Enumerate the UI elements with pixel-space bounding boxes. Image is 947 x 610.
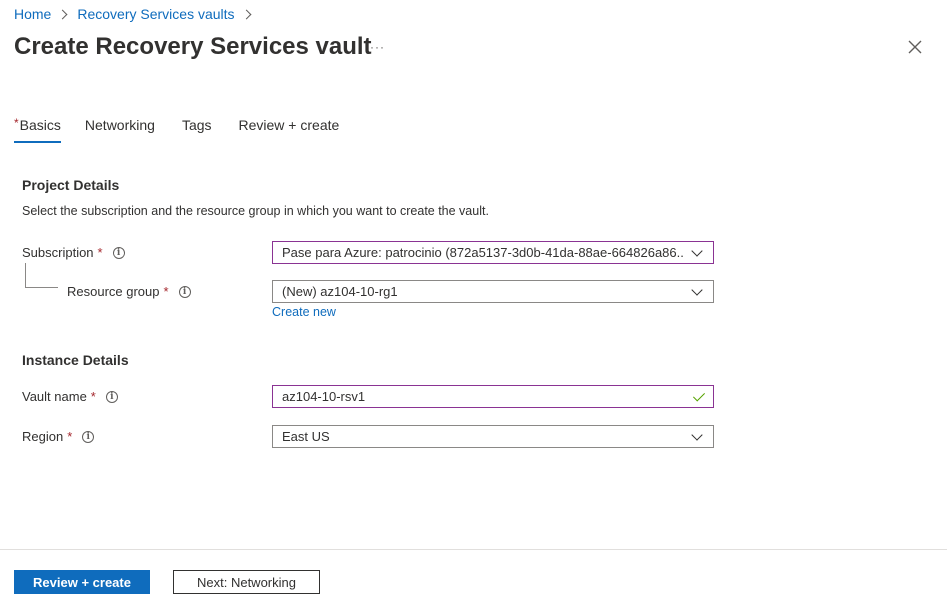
vault-name-input[interactable]: az104-10-rsv1 <box>272 385 714 408</box>
tab-networking[interactable]: Networking <box>85 117 155 143</box>
info-icon[interactable]: i <box>178 285 191 298</box>
tab-review-create[interactable]: Review + create <box>239 117 340 143</box>
required-marker: * <box>90 389 96 404</box>
required-marker: * <box>163 284 169 299</box>
chevron-right-icon <box>241 9 251 19</box>
required-marker: * <box>97 245 103 260</box>
region-value: East US <box>282 429 330 444</box>
tab-tags[interactable]: Tags <box>182 117 212 143</box>
resource-group-dropdown[interactable]: (New) az104-10-rg1 <box>272 280 714 303</box>
info-icon[interactable]: i <box>112 246 125 259</box>
vault-name-label: Vault name * i <box>22 389 118 404</box>
info-icon[interactable]: i <box>105 390 118 403</box>
subscription-value: Pase para Azure: patrocinio (872a5137-3d… <box>282 245 683 260</box>
chevron-right-icon <box>57 9 68 19</box>
info-icon[interactable]: i <box>82 430 95 443</box>
chevron-down-icon <box>691 428 703 441</box>
subscription-dropdown[interactable]: Pase para Azure: patrocinio (872a5137-3d… <box>272 241 714 264</box>
tree-connector <box>25 263 58 288</box>
tab-bar: *Basics Networking Tags Review + create <box>14 116 366 145</box>
close-icon[interactable] <box>906 38 924 56</box>
region-label-text: Region <box>22 429 64 444</box>
breadcrumb: Home Recovery Services vaults <box>14 5 261 23</box>
footer-divider <box>0 549 947 550</box>
instance-details-heading: Instance Details <box>22 352 129 368</box>
breadcrumb-recovery-vaults-link[interactable]: Recovery Services vaults <box>77 6 234 22</box>
region-dropdown[interactable]: East US <box>272 425 714 448</box>
page-title: Create Recovery Services vault <box>14 33 372 60</box>
resource-group-label-text: Resource group <box>67 284 160 299</box>
vault-name-value: az104-10-rsv1 <box>282 389 366 404</box>
breadcrumb-home-link[interactable]: Home <box>14 6 51 22</box>
subscription-label: Subscription * i <box>22 245 125 260</box>
project-details-heading: Project Details <box>22 177 120 193</box>
project-details-description: Select the subscription and the resource… <box>22 204 489 218</box>
tab-basics[interactable]: *Basics <box>14 116 61 143</box>
required-marker: * <box>67 429 73 444</box>
chevron-down-icon <box>691 283 703 296</box>
vault-name-label-text: Vault name <box>22 389 87 404</box>
region-label: Region * i <box>22 429 95 444</box>
review-create-button[interactable]: Review + create <box>14 570 150 594</box>
subscription-label-text: Subscription <box>22 245 94 260</box>
checkmark-icon <box>692 388 706 402</box>
chevron-down-icon <box>691 244 703 257</box>
next-networking-button[interactable]: Next: Networking <box>173 570 320 594</box>
resource-group-label: Resource group * i <box>67 284 191 299</box>
tab-basics-label: Basics <box>19 117 61 133</box>
required-marker: * <box>14 116 19 130</box>
resource-group-value: (New) az104-10-rg1 <box>282 284 398 299</box>
more-icon[interactable]: ··· <box>370 40 385 54</box>
create-new-resource-group-link[interactable]: Create new <box>272 305 336 319</box>
